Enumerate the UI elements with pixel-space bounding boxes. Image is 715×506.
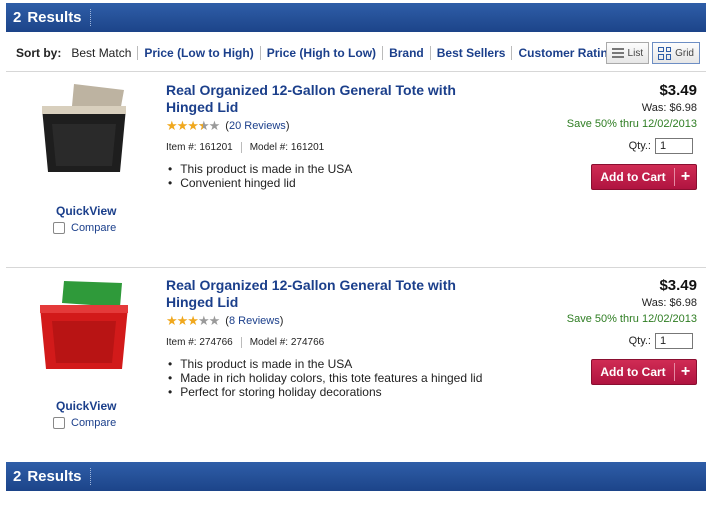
feature-list: This product is made in the USA Made in … <box>168 357 482 399</box>
star-rating-icon: ★★★★★ <box>166 313 220 328</box>
compare-option[interactable]: Compare <box>53 417 116 429</box>
price: $3.49 <box>659 82 697 99</box>
was-price: Was: $6.98 <box>641 102 697 114</box>
view-toggle: List Grid <box>605 42 700 64</box>
sort-price-high-low[interactable]: Price (High to Low) <box>259 46 382 60</box>
reviews: (8 Reviews) <box>225 315 284 327</box>
compare-label: Compare <box>71 222 117 234</box>
product-title[interactable]: Real Organized 12-Gallon General Tote wi… <box>166 82 496 116</box>
list-icon <box>611 48 624 58</box>
quickview-link[interactable]: QuickView <box>56 399 116 413</box>
compare-label: Compare <box>71 417 117 429</box>
grid-view-label: Grid <box>675 47 694 59</box>
model-number: Model #: 274766 <box>240 337 324 348</box>
sort-label: Sort by: <box>16 46 62 60</box>
quantity-label: Qty.: <box>628 140 651 152</box>
product-rating: ★★★★★★ (20 Reviews) <box>166 118 289 134</box>
product-rating: ★★★★★ (8 Reviews) <box>166 313 283 329</box>
results-label: Results <box>27 9 82 26</box>
add-to-cart-label: Add to Cart <box>600 365 666 379</box>
product-ids: Item #: 161201 Model #: 161201 <box>166 142 324 153</box>
feature-item: Made in rich holiday colors, this tote f… <box>168 371 482 385</box>
item-number: Item #: 274766 <box>166 337 233 348</box>
reviews-link[interactable]: 8 Reviews <box>229 315 280 327</box>
product-card: QuickView Compare Real Organized 12-Gall… <box>0 269 715 459</box>
results-label: Results <box>27 468 82 485</box>
compare-option[interactable]: Compare <box>53 222 116 234</box>
sort-best-sellers[interactable]: Best Sellers <box>429 46 512 60</box>
list-view-label: List <box>627 47 644 59</box>
tote-rim <box>42 106 126 114</box>
price: $3.49 <box>659 277 697 294</box>
tote-panel <box>52 124 116 166</box>
tote-rim <box>40 305 128 313</box>
results-header: 2 Results <box>6 3 706 32</box>
tote-lid <box>62 281 122 307</box>
star-rating-icon: ★★★★★★ <box>166 118 220 133</box>
quantity-input[interactable]: 1 <box>655 138 693 154</box>
feature-item: This product is made in the USA <box>168 162 352 176</box>
feature-item: Perfect for storing holiday decorations <box>168 385 482 399</box>
add-to-cart-button[interactable]: Add to Cart + <box>591 164 697 190</box>
quantity: Qty.: 1 <box>629 333 693 349</box>
item-number: Item #: 161201 <box>166 142 233 153</box>
product-ids: Item #: 274766 Model #: 274766 <box>166 337 324 348</box>
divider <box>6 267 706 268</box>
save-text: Save 50% thru 12/02/2013 <box>566 313 697 325</box>
save-text: Save 50% thru 12/02/2013 <box>566 118 697 130</box>
grid-icon <box>658 46 672 60</box>
compare-checkbox[interactable] <box>53 417 65 429</box>
was-price: Was: $6.98 <box>641 297 697 309</box>
results-count: 2 <box>13 468 22 485</box>
quickview-link[interactable]: QuickView <box>56 204 116 218</box>
feature-list: This product is made in the USA Convenie… <box>168 162 352 190</box>
quantity-input[interactable]: 1 <box>655 333 693 349</box>
product-image[interactable] <box>34 82 134 182</box>
quantity-label: Qty.: <box>628 335 651 347</box>
product-image[interactable] <box>34 277 134 377</box>
model-number: Model #: 161201 <box>240 142 324 153</box>
sort-best-match[interactable]: Best Match <box>71 46 137 60</box>
plus-icon: + <box>674 363 696 381</box>
sort-bar: Sort by: Best Match Price (Low to High) … <box>6 40 706 66</box>
add-to-cart-button[interactable]: Add to Cart + <box>591 359 697 385</box>
reviews-link[interactable]: 20 Reviews <box>229 120 286 132</box>
plus-icon: + <box>674 168 696 186</box>
feature-item: This product is made in the USA <box>168 357 482 371</box>
compare-checkbox[interactable] <box>53 222 65 234</box>
list-view-button[interactable]: List <box>605 42 650 64</box>
quantity: Qty.: 1 <box>629 138 693 154</box>
results-divider <box>89 468 91 485</box>
grid-view-button[interactable]: Grid <box>652 42 700 64</box>
results-divider <box>89 9 91 26</box>
product-card: QuickView Compare Real Organized 12-Gall… <box>0 74 715 264</box>
results-footer: 2 Results <box>6 462 706 491</box>
tote-panel <box>52 321 116 363</box>
feature-item: Convenient hinged lid <box>168 176 352 190</box>
divider <box>6 71 706 72</box>
results-count: 2 <box>13 9 22 26</box>
reviews: (20 Reviews) <box>225 120 290 132</box>
sort-price-low-high[interactable]: Price (Low to High) <box>137 46 259 60</box>
sort-brand[interactable]: Brand <box>382 46 430 60</box>
add-to-cart-label: Add to Cart <box>600 170 666 184</box>
product-title[interactable]: Real Organized 12-Gallon General Tote wi… <box>166 277 496 311</box>
